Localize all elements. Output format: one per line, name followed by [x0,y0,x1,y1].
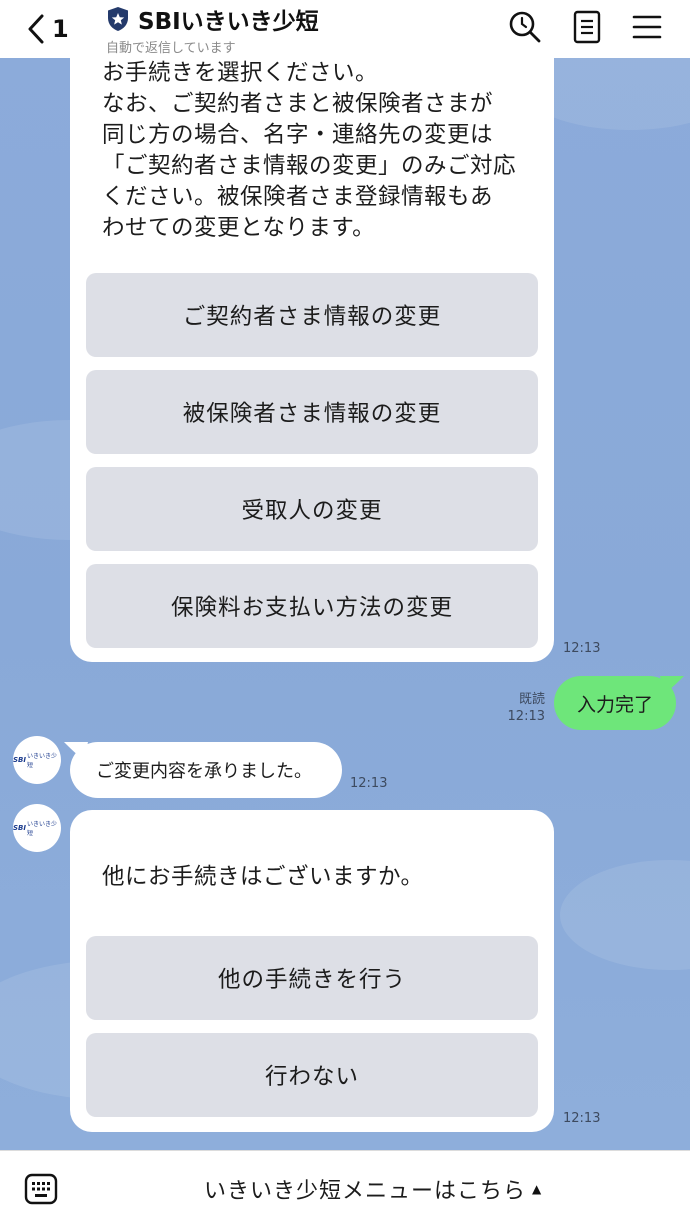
message-timestamp: 12:13 [507,709,545,724]
chevron-left-icon [28,14,44,44]
menu-icon[interactable] [632,13,662,41]
read-label: 既読 [518,692,545,707]
bot-message-bubble: ご変更内容を承りました。 [70,742,342,798]
other-procedure-card: 他にお手続きはございますか。 他の手続きを行う 行わない [70,810,554,1132]
official-shield-icon [106,6,130,32]
procedure-select-card: お手続きを選択ください。 なお、ご契約者さまと被保険者さまが 同じ方の場合、名字… [70,30,554,662]
contractor-info-change-button[interactable]: ご契約者さま情報の変更 [86,273,538,357]
payment-method-change-button[interactable]: 保険料お支払い方法の変更 [86,564,538,648]
rich-menu-label: いきいき少短メニューはこちら [204,1179,527,1204]
rich-menu-toggle[interactable]: いきいき少短メニューはこちら ▲ [204,1173,542,1205]
card-message-text: お手続きを選択ください。 なお、ご契約者さまと被保険者さまが 同じ方の場合、名字… [102,60,517,241]
sbi-logo: SBI いきいき少短 [13,821,57,837]
unread-count: 1 [52,15,69,43]
page-title: SBIいきいき少短 [138,9,319,35]
rich-menu-bar: いきいき少短メニューはこちら ▲ [0,1150,690,1219]
card-message-text: 他にお手続きはございますか。 [102,864,424,890]
keyboard-toggle-button[interactable] [24,1173,58,1205]
beneficiary-change-button[interactable]: 受取人の変更 [86,467,538,551]
search-icon[interactable] [508,10,542,44]
message-timestamp: 12:13 [563,1111,601,1126]
read-receipt: 既読 12:13 [500,691,545,725]
message-timestamp: 12:13 [563,641,601,656]
caret-up-icon: ▲ [532,1182,543,1196]
chat-header: 1 SBIいきいき少短 自動で返信しています [0,0,690,58]
header-title-block[interactable]: SBIいきいき少短 自動で返信しています [106,2,319,56]
no-procedure-button[interactable]: 行わない [86,1033,538,1117]
bot-avatar[interactable]: SBI いきいき少短 [13,736,61,784]
user-message-bubble: 入力完了 [554,676,676,730]
auto-reply-status: 自動で返信しています [106,41,236,56]
message-timestamp: 12:13 [350,776,388,791]
other-procedure-button[interactable]: 他の手続きを行う [86,936,538,1020]
notes-icon[interactable] [572,10,602,44]
insured-info-change-button[interactable]: 被保険者さま情報の変更 [86,370,538,454]
back-button[interactable]: 1 [26,8,86,50]
keyboard-icon [24,1173,58,1205]
sbi-logo: SBI いきいき少短 [13,753,57,769]
bot-avatar[interactable]: SBI いきいき少短 [13,804,61,852]
